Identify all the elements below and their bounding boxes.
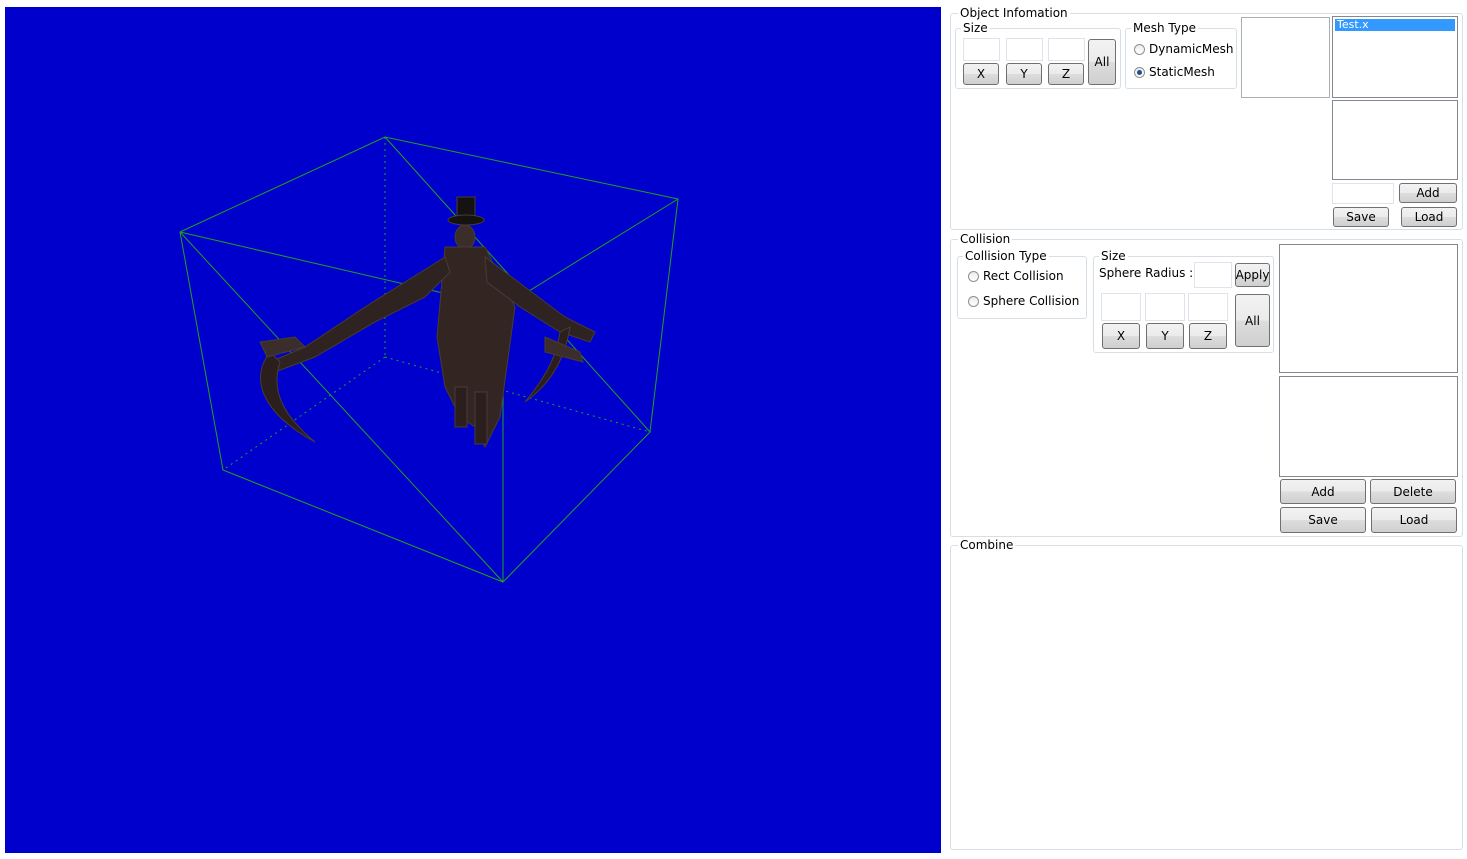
rect-collision-radio[interactable]: Rect Collision bbox=[968, 269, 1064, 283]
sphere-radius-input[interactable] bbox=[1194, 262, 1232, 288]
list-item[interactable]: Test.x bbox=[1335, 19, 1455, 31]
collision-x-button[interactable]: X bbox=[1102, 323, 1140, 349]
render-viewport[interactable] bbox=[5, 7, 941, 853]
collision-sub-list[interactable] bbox=[1279, 376, 1458, 477]
size-z-input[interactable] bbox=[1048, 38, 1085, 61]
object-info-title: Object Infomation bbox=[958, 6, 1070, 20]
dynamic-mesh-radio[interactable]: DynamicMesh bbox=[1134, 42, 1234, 56]
sphere-radius-label: Sphere Radius : bbox=[1099, 266, 1194, 280]
collision-size-title: Size bbox=[1099, 249, 1128, 263]
collision-add-button[interactable]: Add bbox=[1280, 479, 1366, 504]
object-save-button[interactable]: Save bbox=[1333, 207, 1389, 227]
sphere-collision-radio[interactable]: Sphere Collision bbox=[968, 294, 1079, 308]
collision-type-group: Collision Type bbox=[957, 249, 1087, 319]
collision-y-button[interactable]: Y bbox=[1146, 323, 1184, 349]
collision-x-input[interactable] bbox=[1101, 293, 1141, 321]
collision-delete-button[interactable]: Delete bbox=[1370, 479, 1456, 504]
object-size-title: Size bbox=[961, 21, 990, 35]
collision-z-input[interactable] bbox=[1188, 293, 1228, 321]
collision-z-button[interactable]: Z bbox=[1189, 323, 1227, 349]
radio-unchecked-icon bbox=[968, 295, 979, 307]
size-x-button[interactable]: X bbox=[963, 63, 999, 85]
collision-type-title: Collision Type bbox=[963, 249, 1049, 263]
size-y-input[interactable] bbox=[1006, 38, 1043, 61]
object-name-input[interactable] bbox=[1332, 183, 1394, 204]
mesh-file-list[interactable]: Test.x bbox=[1332, 16, 1458, 98]
size-z-button[interactable]: Z bbox=[1048, 63, 1084, 85]
collision-all-button[interactable]: All bbox=[1235, 294, 1270, 347]
collision-y-input[interactable] bbox=[1145, 293, 1185, 321]
object-sub-list[interactable] bbox=[1332, 100, 1458, 180]
dynamic-mesh-label: DynamicMesh bbox=[1149, 42, 1234, 56]
radio-unchecked-icon bbox=[968, 270, 979, 282]
size-all-button[interactable]: All bbox=[1088, 39, 1116, 85]
mesh-preview-box bbox=[1241, 17, 1330, 98]
object-load-button[interactable]: Load bbox=[1401, 207, 1457, 227]
object-add-button[interactable]: Add bbox=[1399, 183, 1457, 203]
sphere-collision-label: Sphere Collision bbox=[983, 294, 1080, 308]
radio-unchecked-icon bbox=[1134, 43, 1145, 55]
radio-checked-icon bbox=[1134, 66, 1145, 78]
size-x-input[interactable] bbox=[963, 38, 1000, 61]
scene-render bbox=[179, 136, 679, 583]
apply-radius-button[interactable]: Apply bbox=[1235, 263, 1270, 287]
collision-load-button[interactable]: Load bbox=[1371, 507, 1457, 533]
static-mesh-label: StaticMesh bbox=[1149, 65, 1215, 79]
collision-save-button[interactable]: Save bbox=[1280, 507, 1366, 533]
collision-title: Collision bbox=[958, 232, 1013, 246]
bounding-box-wireframe bbox=[179, 136, 679, 583]
mesh-type-group: Mesh Type bbox=[1125, 21, 1237, 89]
combine-group: Combine bbox=[950, 538, 1463, 850]
combine-title: Combine bbox=[958, 538, 1016, 552]
collision-list[interactable] bbox=[1279, 244, 1458, 373]
static-mesh-radio[interactable]: StaticMesh bbox=[1134, 65, 1215, 79]
rect-collision-label: Rect Collision bbox=[983, 269, 1064, 283]
size-y-button[interactable]: Y bbox=[1006, 63, 1042, 85]
mesh-type-title: Mesh Type bbox=[1131, 21, 1198, 35]
